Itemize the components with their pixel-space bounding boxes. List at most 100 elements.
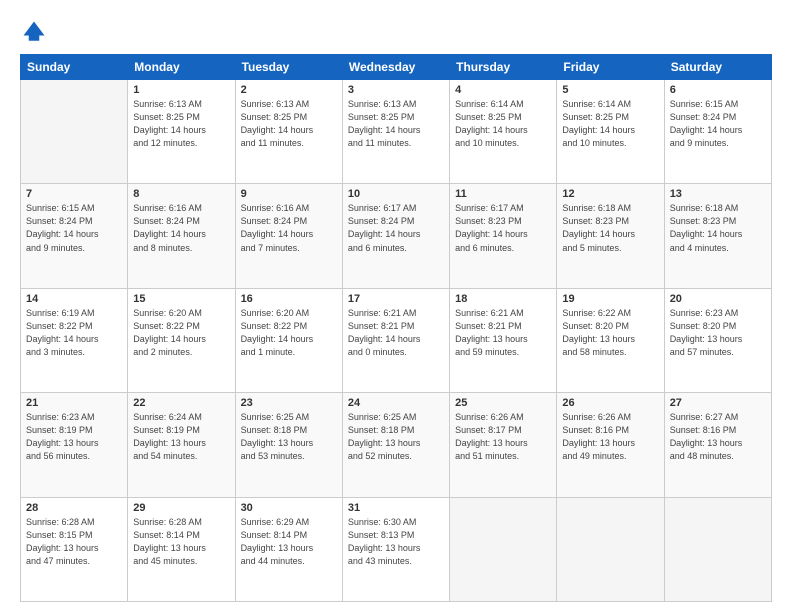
calendar-cell: 21 Sunrise: 6:23 AM Sunset: 8:19 PM Dayli… [21,393,128,497]
day-number: 15 [133,293,229,305]
day-info: Sunrise: 6:13 AM Sunset: 8:25 PM Dayligh… [241,98,337,150]
day-number: 26 [562,397,658,409]
day-number: 17 [348,293,444,305]
calendar-header-row: SundayMondayTuesdayWednesdayThursdayFrid… [21,55,772,80]
day-number: 27 [670,397,766,409]
logo-icon [20,18,48,46]
calendar-cell: 11Sunrise: 6:17 AM Sunset: 8:23 PM Dayli… [450,184,557,288]
day-info: Sunrise: 6:25 AM Sunset: 8:18 PM Dayligh… [348,411,444,463]
day-number: 23 [241,397,337,409]
day-number: 24 [348,397,444,409]
calendar-cell: 19 Sunrise: 6:22 AM Sunset: 8:20 PM Dayli… [557,288,664,392]
calendar-cell [450,497,557,601]
calendar-cell: 6Sunrise: 6:15 AM Sunset: 8:24 PM Daylig… [664,80,771,184]
day-info: Sunrise: 6:30 AM Sunset: 8:13 PM Dayligh… [348,516,444,568]
day-info: Sunrise: 6:15 AM Sunset: 8:24 PM Dayligh… [670,98,766,150]
day-info: Sunrise: 6:13 AM Sunset: 8:25 PM Dayligh… [348,98,444,150]
logo [20,18,52,46]
calendar-cell: 25 Sunrise: 6:26 AM Sunset: 8:17 PM Dayli… [450,393,557,497]
day-number: 13 [670,188,766,200]
weekday-header: Thursday [450,55,557,80]
calendar-cell: 2Sunrise: 6:13 AM Sunset: 8:25 PM Daylig… [235,80,342,184]
calendar-cell: 26 Sunrise: 6:26 AM Sunset: 8:16 PM Dayli… [557,393,664,497]
calendar-cell: 16 Sunrise: 6:20 AM Sunset: 8:22 PM Dayli… [235,288,342,392]
day-info: Sunrise: 6:18 AM Sunset: 8:23 PM Dayligh… [670,202,766,254]
header [20,18,772,46]
calendar-table: SundayMondayTuesdayWednesdayThursdayFrid… [20,54,772,602]
calendar-cell: 17 Sunrise: 6:21 AM Sunset: 8:21 PM Dayli… [342,288,449,392]
calendar-cell: 27 Sunrise: 6:27 AM Sunset: 8:16 PM Dayli… [664,393,771,497]
calendar-cell: 18 Sunrise: 6:21 AM Sunset: 8:21 PM Dayli… [450,288,557,392]
day-number: 12 [562,188,658,200]
calendar-cell: 28 Sunrise: 6:28 AM Sunset: 8:15 PM Dayli… [21,497,128,601]
day-number: 7 [26,188,122,200]
page: SundayMondayTuesdayWednesdayThursdayFrid… [0,0,792,612]
calendar-cell: 3 Sunrise: 6:13 AM Sunset: 8:25 PM Daylig… [342,80,449,184]
day-number: 29 [133,502,229,514]
day-info: Sunrise: 6:21 AM Sunset: 8:21 PM Dayligh… [348,307,444,359]
day-number: 25 [455,397,551,409]
weekday-header: Sunday [21,55,128,80]
calendar-cell: 14 Sunrise: 6:19 AM Sunset: 8:22 PM Dayli… [21,288,128,392]
calendar-cell: 13 Sunrise: 6:18 AM Sunset: 8:23 PM Dayli… [664,184,771,288]
calendar-cell: 8Sunrise: 6:16 AM Sunset: 8:24 PM Daylig… [128,184,235,288]
calendar-week-row: 14 Sunrise: 6:19 AM Sunset: 8:22 PM Dayli… [21,288,772,392]
day-number: 4 [455,84,551,96]
day-info: Sunrise: 6:21 AM Sunset: 8:21 PM Dayligh… [455,307,551,359]
day-number: 10 [348,188,444,200]
day-info: Sunrise: 6:17 AM Sunset: 8:24 PM Dayligh… [348,202,444,254]
day-number: 28 [26,502,122,514]
day-info: Sunrise: 6:28 AM Sunset: 8:15 PM Dayligh… [26,516,122,568]
day-number: 21 [26,397,122,409]
calendar-cell: 12Sunrise: 6:18 AM Sunset: 8:23 PM Dayli… [557,184,664,288]
day-info: Sunrise: 6:26 AM Sunset: 8:17 PM Dayligh… [455,411,551,463]
calendar-cell: 9 Sunrise: 6:16 AM Sunset: 8:24 PM Daylig… [235,184,342,288]
day-info: Sunrise: 6:28 AM Sunset: 8:14 PM Dayligh… [133,516,229,568]
calendar-week-row: 7 Sunrise: 6:15 AM Sunset: 8:24 PM Daylig… [21,184,772,288]
calendar-cell: 29 Sunrise: 6:28 AM Sunset: 8:14 PM Dayli… [128,497,235,601]
day-number: 16 [241,293,337,305]
day-info: Sunrise: 6:26 AM Sunset: 8:16 PM Dayligh… [562,411,658,463]
day-info: Sunrise: 6:29 AM Sunset: 8:14 PM Dayligh… [241,516,337,568]
day-info: Sunrise: 6:25 AM Sunset: 8:18 PM Dayligh… [241,411,337,463]
day-info: Sunrise: 6:15 AM Sunset: 8:24 PM Dayligh… [26,202,122,254]
day-number: 9 [241,188,337,200]
weekday-header: Saturday [664,55,771,80]
day-info: Sunrise: 6:17 AM Sunset: 8:23 PM Dayligh… [455,202,551,254]
day-number: 14 [26,293,122,305]
day-number: 18 [455,293,551,305]
day-info: Sunrise: 6:24 AM Sunset: 8:19 PM Dayligh… [133,411,229,463]
weekday-header: Friday [557,55,664,80]
day-info: Sunrise: 6:20 AM Sunset: 8:22 PM Dayligh… [133,307,229,359]
day-info: Sunrise: 6:13 AM Sunset: 8:25 PM Dayligh… [133,98,229,150]
calendar-cell: 20Sunrise: 6:23 AM Sunset: 8:20 PM Dayli… [664,288,771,392]
calendar-cell: 5Sunrise: 6:14 AM Sunset: 8:25 PM Daylig… [557,80,664,184]
day-number: 3 [348,84,444,96]
day-info: Sunrise: 6:23 AM Sunset: 8:19 PM Dayligh… [26,411,122,463]
calendar-cell [21,80,128,184]
day-info: Sunrise: 6:19 AM Sunset: 8:22 PM Dayligh… [26,307,122,359]
calendar-cell: 10 Sunrise: 6:17 AM Sunset: 8:24 PM Dayli… [342,184,449,288]
weekday-header: Monday [128,55,235,80]
calendar-cell [557,497,664,601]
calendar-week-row: 1Sunrise: 6:13 AM Sunset: 8:25 PM Daylig… [21,80,772,184]
calendar-cell: 23 Sunrise: 6:25 AM Sunset: 8:18 PM Dayli… [235,393,342,497]
day-info: Sunrise: 6:27 AM Sunset: 8:16 PM Dayligh… [670,411,766,463]
calendar-week-row: 21 Sunrise: 6:23 AM Sunset: 8:19 PM Dayli… [21,393,772,497]
calendar-cell: 7 Sunrise: 6:15 AM Sunset: 8:24 PM Daylig… [21,184,128,288]
day-info: Sunrise: 6:20 AM Sunset: 8:22 PM Dayligh… [241,307,337,359]
day-number: 31 [348,502,444,514]
calendar-cell: 15 Sunrise: 6:20 AM Sunset: 8:22 PM Dayli… [128,288,235,392]
day-info: Sunrise: 6:16 AM Sunset: 8:24 PM Dayligh… [241,202,337,254]
calendar-cell: 1Sunrise: 6:13 AM Sunset: 8:25 PM Daylig… [128,80,235,184]
calendar-week-row: 28 Sunrise: 6:28 AM Sunset: 8:15 PM Dayli… [21,497,772,601]
day-info: Sunrise: 6:14 AM Sunset: 8:25 PM Dayligh… [562,98,658,150]
day-number: 22 [133,397,229,409]
day-info: Sunrise: 6:22 AM Sunset: 8:20 PM Dayligh… [562,307,658,359]
calendar-cell: 30Sunrise: 6:29 AM Sunset: 8:14 PM Dayli… [235,497,342,601]
calendar-cell: 4 Sunrise: 6:14 AM Sunset: 8:25 PM Daylig… [450,80,557,184]
day-number: 20 [670,293,766,305]
day-info: Sunrise: 6:16 AM Sunset: 8:24 PM Dayligh… [133,202,229,254]
day-number: 19 [562,293,658,305]
day-info: Sunrise: 6:14 AM Sunset: 8:25 PM Dayligh… [455,98,551,150]
